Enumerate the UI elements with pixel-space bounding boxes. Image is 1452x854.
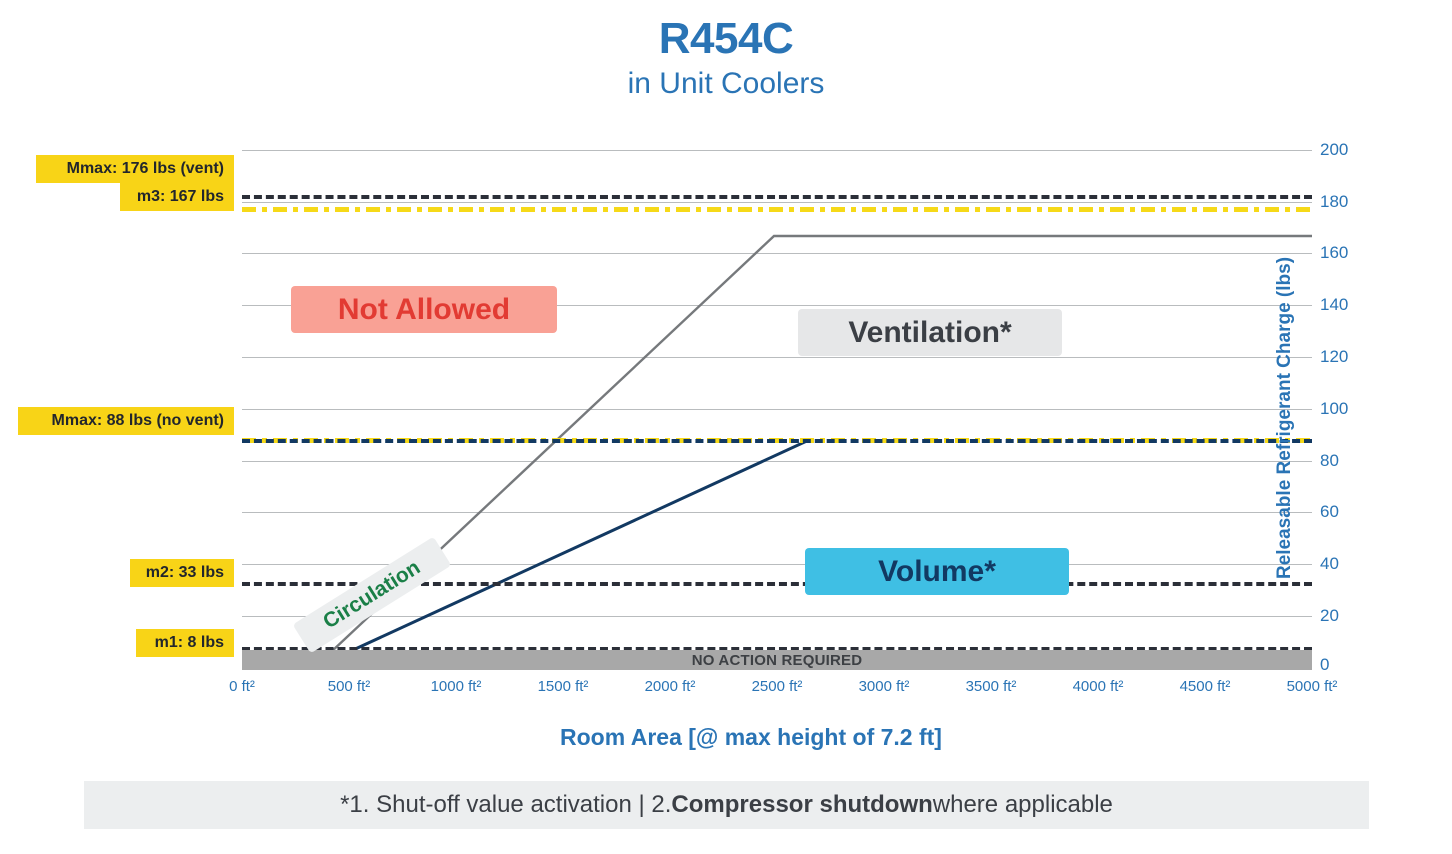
xtick-5000: 5000 ft² [1286, 678, 1338, 695]
threshold-line-mmax-vent [242, 207, 1312, 212]
xtick-500: 500 ft² [327, 678, 371, 695]
xtick-3500: 3500 ft² [965, 678, 1017, 695]
x-axis-title-text: Room Area [@ max height of 7.2 ft] [560, 724, 942, 750]
threshold-line-mmax-no-vent-dash [242, 439, 1312, 443]
xtick-4500: 4500 ft² [1179, 678, 1231, 695]
ytick-140: 140 [1320, 295, 1349, 314]
xtick-4000: 4000 ft² [1072, 678, 1124, 695]
xtick-0: 0 ft² [229, 678, 255, 695]
ytick-40: 40 [1320, 554, 1339, 573]
ytick-120: 120 [1320, 347, 1349, 366]
footnote-suffix: where applicable [932, 791, 1113, 818]
ytick-160: 160 [1320, 243, 1349, 262]
footnote-bold: Compressor shutdown [671, 791, 933, 818]
zone-label-not-allowed: Not Allowed [291, 286, 557, 333]
ytick-20: 20 [1320, 606, 1339, 625]
callout-m2: m2: 33 lbs [130, 559, 234, 587]
ytick-0: 0 [1320, 655, 1330, 674]
footnote-prefix: *1. Shut-off value activation | 2. [340, 791, 672, 818]
page-subtitle: in Unit Coolers [627, 67, 825, 101]
y-axis-title: Releasable Refrigerant Charge (lbs) [1273, 256, 1295, 580]
xtick-1500: 1500 ft² [537, 678, 589, 695]
callout-m3: m3: 167 lbs [120, 183, 234, 211]
callout-m1: m1: 8 lbs [136, 629, 234, 657]
ytick-200: 200 [1320, 140, 1349, 159]
callout-mmax-no-vent: Mmax: 88 lbs (no vent) [18, 407, 234, 435]
ytick-80: 80 [1320, 451, 1339, 470]
title-block: R454C in Unit Coolers [0, 14, 1452, 105]
xtick-2500: 2500 ft² [751, 678, 803, 695]
page-title: R454C [658, 14, 794, 63]
chart-plot-area: NO ACTION REQUIRED Not Allowed Ventilati… [229, 140, 1348, 695]
xtick-1000: 1000 ft² [430, 678, 482, 695]
threshold-line-m3 [242, 195, 1312, 199]
zone-label-volume: Volume* [805, 548, 1069, 595]
ytick-180: 180 [1320, 192, 1349, 211]
zone-label-ventilation: Ventilation* [798, 309, 1062, 356]
no-action-required-label: NO ACTION REQUIRED [691, 651, 863, 669]
xtick-2000: 2000 ft² [644, 678, 696, 695]
xtick-3000: 3000 ft² [858, 678, 910, 695]
callout-mmax-vent: Mmax: 176 lbs (vent) [36, 155, 234, 183]
ytick-100: 100 [1320, 399, 1349, 418]
ytick-60: 60 [1320, 502, 1339, 521]
series-line-volume [313, 438, 810, 670]
footnote-banner: *1. Shut-off value activation | 2. Compr… [84, 781, 1369, 829]
no-action-required-bar: NO ACTION REQUIRED [242, 650, 1312, 670]
x-axis-title: Room Area [@ max height of 7.2 ft] [0, 724, 1452, 751]
